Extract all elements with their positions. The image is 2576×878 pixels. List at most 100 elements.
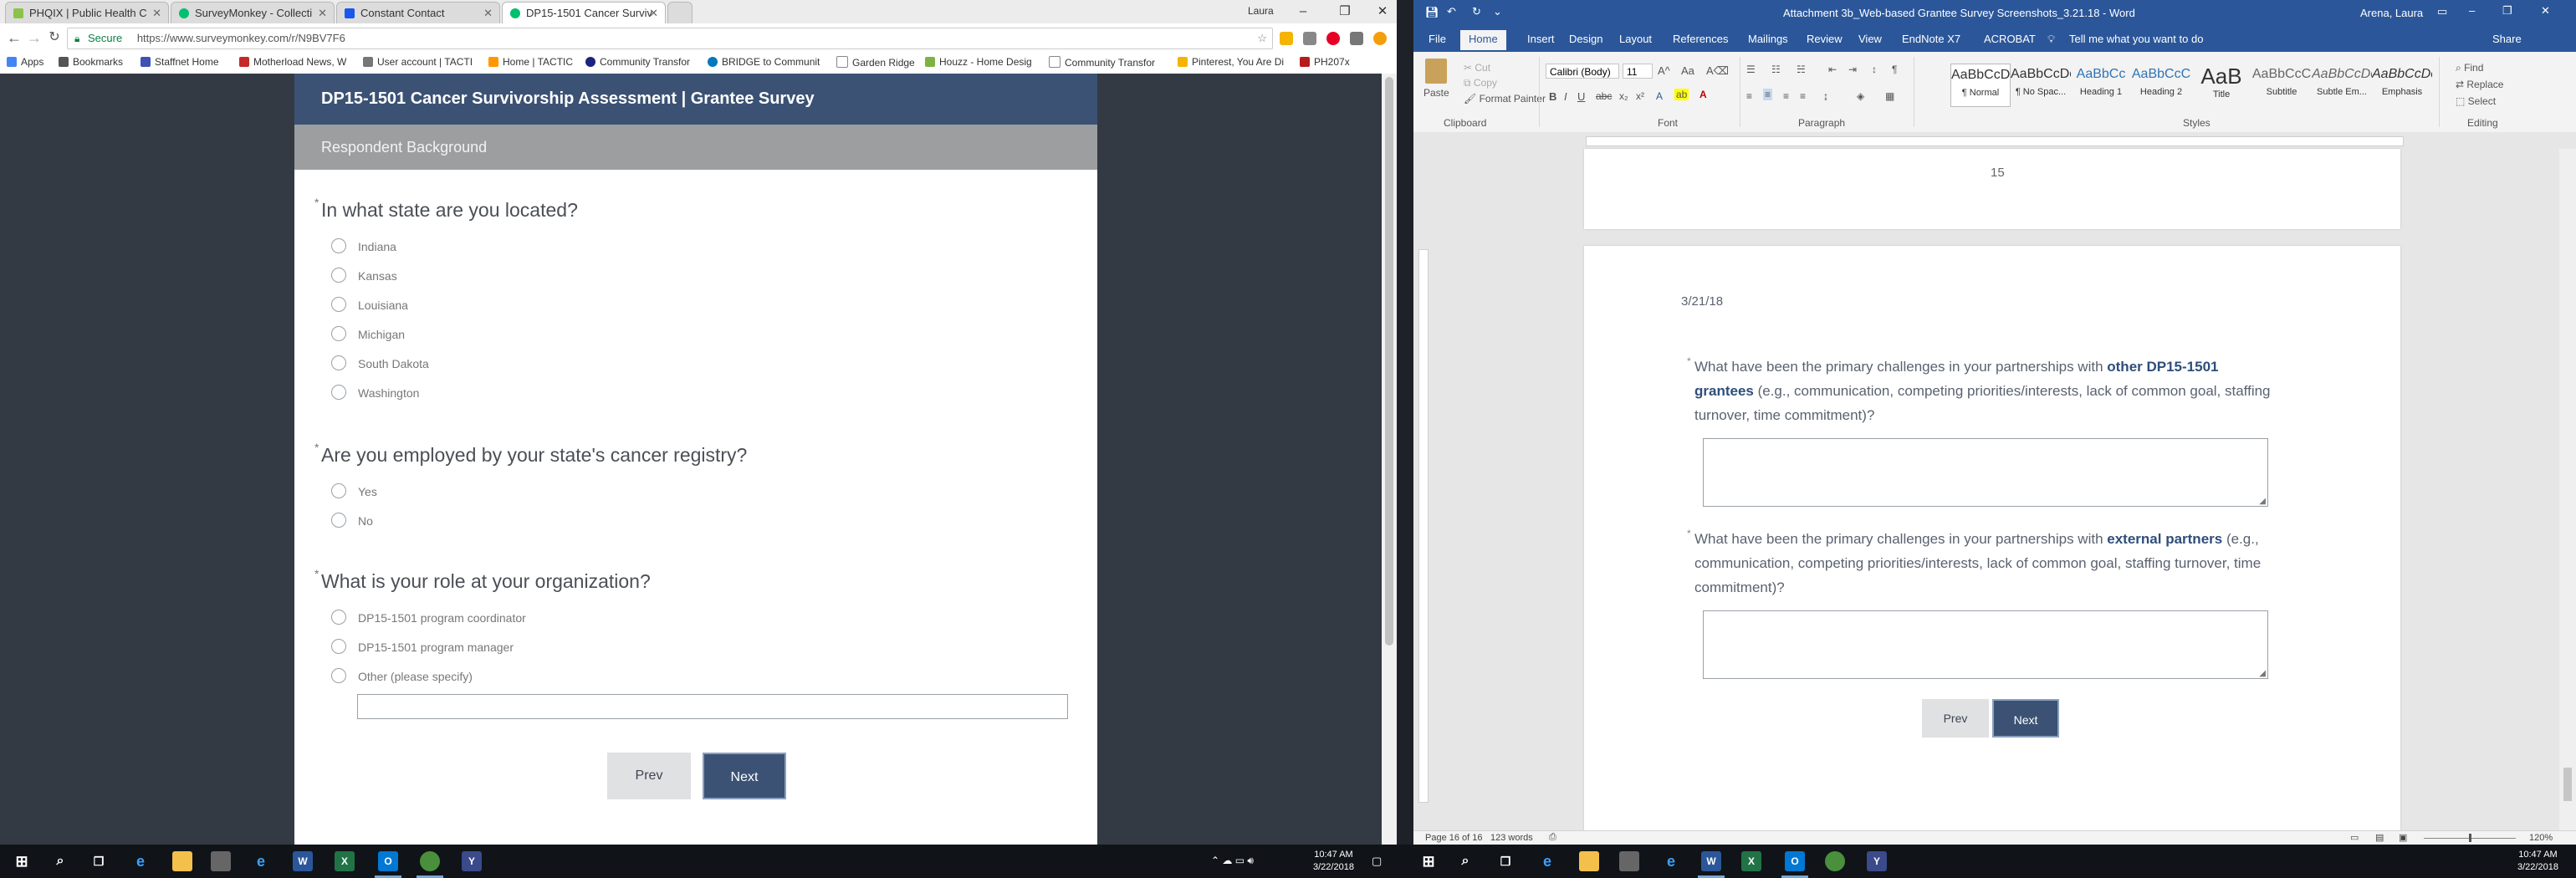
strikethrough-icon[interactable]: abc	[1596, 90, 1612, 102]
radio-button[interactable]	[331, 355, 346, 370]
tell-me-box[interactable]: Tell me what you want to do	[2069, 33, 2203, 45]
tab-mailings[interactable]: Mailings	[1748, 33, 1788, 45]
restore-icon[interactable]: ❐	[1326, 0, 1364, 23]
excel-app-icon[interactable]: X	[335, 851, 355, 871]
redo-icon[interactable]: ↻	[1472, 5, 1481, 18]
outlook-app-icon[interactable]: O	[375, 851, 401, 878]
radio-button[interactable]	[331, 268, 346, 283]
radio-button[interactable]	[331, 385, 346, 400]
extension-folder-icon[interactable]	[1280, 32, 1293, 45]
file-explorer-icon[interactable]	[1579, 851, 1599, 871]
tab-endnote[interactable]: EndNote X7	[1902, 33, 1960, 45]
close-tab-icon[interactable]: ✕	[152, 3, 161, 23]
tab-insert[interactable]: Insert	[1527, 33, 1555, 45]
bookmark-item[interactable]: Community Transfor	[1049, 56, 1155, 69]
grantees-answer-box[interactable]: ◢	[1703, 438, 2268, 507]
chrome-app-icon[interactable]	[417, 851, 443, 878]
radio-button[interactable]	[331, 483, 346, 498]
bookmark-item[interactable]: Bookmarks	[59, 56, 123, 68]
print-layout-icon[interactable]: ▤	[2375, 832, 2384, 843]
search-icon[interactable]: ⌕	[50, 851, 70, 871]
radio-button[interactable]	[331, 326, 346, 341]
radio-option[interactable]: Michigan	[331, 325, 405, 344]
tab-file[interactable]: File	[1429, 33, 1446, 45]
radio-button[interactable]	[331, 297, 346, 312]
radio-button[interactable]	[331, 238, 346, 253]
bookmark-item[interactable]: Pinterest, You Are Di	[1178, 56, 1284, 68]
tab-layout[interactable]: Layout	[1619, 33, 1652, 45]
back-icon[interactable]: ←	[5, 28, 23, 47]
shading-icon[interactable]: ◈	[1857, 90, 1864, 102]
zoom-slider-thumb[interactable]	[2469, 834, 2471, 842]
zoom-level[interactable]: 120%	[2529, 833, 2553, 843]
paste-button[interactable]: Paste	[1423, 87, 1449, 99]
radio-option[interactable]: Yes	[331, 482, 377, 501]
task-view-icon[interactable]: ❐	[1495, 851, 1515, 871]
resize-grip-icon[interactable]: ◢	[2259, 497, 2266, 506]
underline-icon[interactable]: U	[1577, 90, 1585, 103]
store-icon[interactable]	[211, 851, 231, 871]
radio-option[interactable]: No	[331, 512, 373, 530]
bookmark-star-icon[interactable]: ☆	[1257, 28, 1267, 48]
close-tab-icon[interactable]: ✕	[318, 3, 327, 23]
style-emphasis[interactable]: AaBbCcDc Emphasis	[2372, 64, 2432, 107]
style-subtle-emphasis[interactable]: AaBbCcDc Subtle Em...	[2312, 64, 2372, 107]
close-tab-icon[interactable]: ✕	[483, 3, 493, 23]
radio-button[interactable]	[331, 668, 346, 683]
paste-icon[interactable]	[1425, 59, 1447, 84]
bookmark-item[interactable]: Staffnet Home	[141, 56, 219, 68]
extension-icon[interactable]	[1350, 32, 1363, 45]
style-heading-2[interactable]: AaBbCcC Heading 2	[2131, 64, 2191, 107]
tray-icons[interactable]: ⌃ ☁ ▭ 🔊︎	[1211, 855, 1254, 867]
notifications-icon[interactable]: ▢	[1372, 855, 1382, 867]
bookmark-item[interactable]: Motherload News, W	[239, 56, 346, 68]
new-tab-button[interactable]	[667, 2, 693, 23]
justify-icon[interactable]: ≡	[1800, 90, 1806, 102]
word-next-button[interactable]: Next	[1992, 699, 2059, 738]
edge-browser-icon[interactable]: e	[1661, 851, 1681, 871]
bullets-icon[interactable]: ☰	[1746, 64, 1756, 75]
reload-icon[interactable]: ↻	[45, 28, 64, 47]
excel-app-icon[interactable]: X	[1741, 851, 1761, 871]
copy-button[interactable]: ⧉ Copy	[1464, 77, 1497, 89]
style-title[interactable]: AaB Title	[2191, 64, 2251, 107]
browser-tab-phqix[interactable]: PHQIX | Public Health C ✕	[5, 2, 169, 23]
omnibox[interactable]: 🔒︎ Secure https://www.surveymonkey.com/r…	[67, 28, 1273, 49]
decrease-indent-icon[interactable]: ⇤	[1828, 64, 1837, 75]
tab-design[interactable]: Design	[1569, 33, 1602, 45]
bookmark-item[interactable]: Houzz - Home Desig	[925, 56, 1032, 68]
align-center-icon[interactable]: ≡	[1763, 89, 1773, 100]
font-name-select[interactable]: Calibri (Body)	[1546, 64, 1619, 79]
file-explorer-icon[interactable]	[172, 851, 192, 871]
line-spacing-icon[interactable]: ↨	[1823, 90, 1828, 102]
italic-icon[interactable]: I	[1564, 90, 1567, 103]
radio-option[interactable]: Other (please specify)	[331, 667, 473, 686]
ribbon-options-icon[interactable]: ▭	[2437, 5, 2447, 18]
multilevel-list-icon[interactable]: ☵	[1797, 64, 1806, 75]
other-specify-input[interactable]	[357, 694, 1068, 719]
minimize-icon[interactable]: –	[1284, 0, 1322, 23]
increase-indent-icon[interactable]: ⇥	[1848, 64, 1857, 75]
pinterest-extension-icon[interactable]	[1326, 32, 1340, 45]
radio-button[interactable]	[331, 610, 346, 625]
search-icon[interactable]: ⌕	[1455, 851, 1475, 871]
chrome-app-icon[interactable]	[1825, 851, 1845, 871]
close-window-icon[interactable]: ✕	[1363, 0, 1397, 23]
undo-icon[interactable]: ↶	[1447, 5, 1456, 18]
bold-icon[interactable]: B	[1549, 90, 1556, 103]
radio-option[interactable]: Louisiana	[331, 296, 408, 314]
highlight-icon[interactable]: ab	[1674, 89, 1689, 100]
start-windows-icon[interactable]: ⊞	[1418, 851, 1439, 871]
scrollbar-thumb[interactable]	[1385, 77, 1393, 646]
url-text[interactable]: https://www.surveymonkey.com/r/N9BV7F6	[137, 32, 345, 44]
bookmark-item[interactable]: PH207x	[1300, 56, 1350, 68]
replace-button[interactable]: ⇄ Replace	[2456, 79, 2503, 90]
radio-option[interactable]: Indiana	[331, 237, 396, 256]
sort-icon[interactable]: ↕	[1872, 64, 1877, 75]
edge-browser-icon[interactable]: e	[251, 851, 271, 871]
document-scrollbar[interactable]	[2559, 149, 2576, 830]
numbering-icon[interactable]: ☷	[1771, 64, 1781, 75]
share-button[interactable]: Share	[2492, 33, 2522, 45]
radio-option[interactable]: Washington	[331, 384, 419, 402]
minimize-icon[interactable]: –	[2469, 4, 2475, 17]
